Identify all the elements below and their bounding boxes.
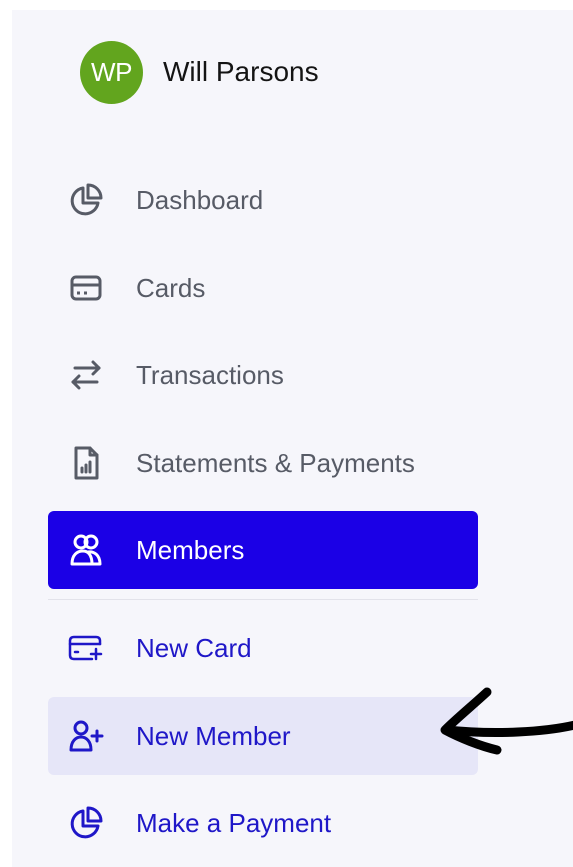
sidebar-item-label: Dashboard — [136, 184, 264, 215]
avatar: WP — [80, 40, 143, 104]
users-icon — [66, 530, 106, 570]
nav-divider — [48, 599, 478, 600]
sidebar-item-label: Statements & Payments — [136, 447, 415, 478]
sidebar-item-label: Transactions — [136, 359, 284, 390]
sidebar-item-dashboard[interactable]: Dashboard — [48, 161, 478, 239]
sidebar-item-label: Cards — [136, 272, 206, 303]
add-card-icon — [66, 628, 106, 668]
document-chart-icon — [66, 443, 106, 483]
sidebar-item-cards[interactable]: Cards — [48, 249, 478, 327]
sidebar-item-label: Make a Payment — [136, 807, 332, 838]
pie-chart-icon — [66, 803, 106, 843]
screenshot-frame: WP Will Parsons Dashboard Cards Transact… — [0, 0, 573, 867]
sidebar-item-transactions[interactable]: Transactions — [48, 336, 478, 414]
action-new-member[interactable]: New Member — [48, 697, 478, 775]
sidebar-item-label: New Member — [136, 720, 291, 751]
add-user-icon — [66, 716, 106, 756]
action-make-payment[interactable]: Make a Payment — [48, 784, 478, 862]
user-name: Will Parsons — [163, 56, 319, 87]
transfer-arrows-icon — [66, 355, 106, 395]
sidebar-item-statements-payments[interactable]: Statements & Payments — [48, 424, 478, 502]
sidebar-item-label: Members — [136, 534, 245, 565]
user-profile[interactable]: WP Will Parsons — [80, 40, 319, 104]
pie-chart-icon — [66, 180, 106, 220]
sidebar-item-members[interactable]: Members — [48, 511, 478, 589]
credit-card-icon — [66, 268, 106, 308]
action-new-card[interactable]: New Card — [48, 609, 478, 687]
sidebar-item-label: New Card — [136, 632, 252, 663]
hand-drawn-arrow-icon — [440, 687, 573, 755]
